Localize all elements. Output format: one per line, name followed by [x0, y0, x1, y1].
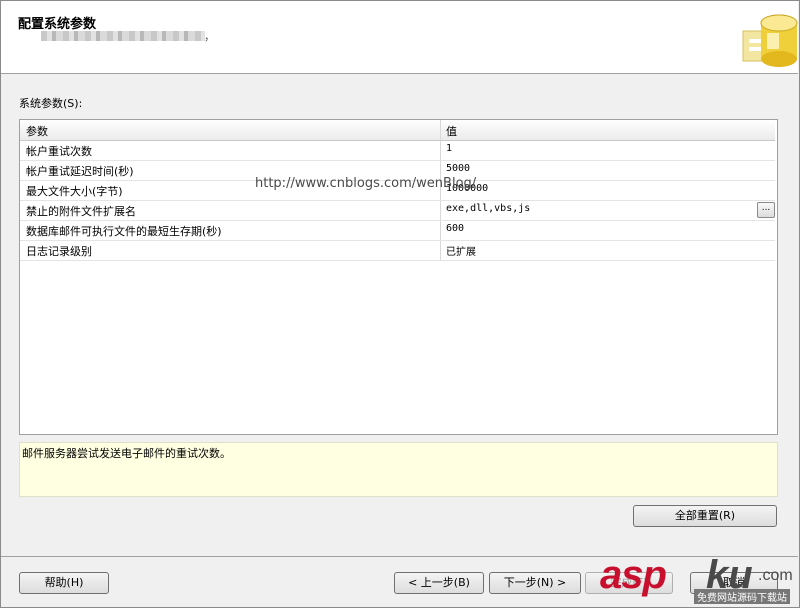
table-row[interactable]: 帐户重试次数 1 — [20, 140, 775, 161]
parameter-name: 禁止的附件文件扩展名 — [26, 205, 136, 218]
table-row[interactable]: 日志记录级别 已扩展 — [20, 240, 775, 261]
parameter-description-panel: 邮件服务器尝试发送电子邮件的重试次数。 — [19, 442, 778, 497]
database-mail-icon — [742, 14, 798, 67]
reset-all-button[interactable]: 全部重置(R) — [633, 505, 777, 527]
parameters-grid[interactable]: 参数 值 帐户重试次数 1 帐户重试延迟时间(秒) 5000 最大文件大小(字节… — [19, 119, 778, 435]
subtitle-trail: ， — [204, 30, 215, 43]
parameter-value[interactable]: 1 — [446, 143, 452, 154]
back-button[interactable]: < 上一步(B) — [394, 572, 484, 594]
help-button[interactable]: 帮助(H) — [19, 572, 109, 594]
logo-asp-text: asp — [600, 553, 667, 597]
system-parameters-label: 系统参数(S): — [19, 97, 83, 110]
column-header-value[interactable]: 值 — [446, 123, 457, 139]
grid-header-row: 参数 值 — [20, 120, 775, 141]
parameter-value[interactable]: 600 — [446, 223, 464, 234]
parameter-name: 最大文件大小(字节) — [26, 185, 123, 198]
table-row[interactable]: 数据库邮件可执行文件的最短生存期(秒) 600 — [20, 220, 775, 241]
logo-tagline: 免费网站源码下载站 — [694, 589, 790, 604]
parameter-value[interactable]: exe,dll,vbs,js — [446, 203, 530, 214]
parameter-name: 帐户重试次数 — [26, 145, 92, 158]
parameter-name: 数据库邮件可执行文件的最短生存期(秒) — [26, 225, 222, 238]
parameter-value[interactable]: 已扩展 — [446, 243, 476, 258]
site-logo-watermark: asp ku .com 免费网站源码下载站 — [598, 553, 798, 605]
blurred-subtitle — [41, 31, 205, 41]
parameter-name: 日志记录级别 — [26, 245, 92, 258]
watermark-url: http://www.cnblogs.com/wenBlog/ — [255, 176, 477, 191]
column-header-parameter[interactable]: 参数 — [26, 123, 48, 139]
parameter-name: 帐户重试延迟时间(秒) — [26, 165, 134, 178]
page-title: 配置系统参数 — [18, 17, 97, 32]
next-button[interactable]: 下一步(N) > — [489, 572, 581, 594]
parameter-value[interactable]: 5000 — [446, 163, 470, 174]
wizard-header: 配置系统参数 ， — [1, 1, 798, 74]
browse-ellipsis-button[interactable]: ... — [757, 202, 775, 218]
table-row[interactable]: 禁止的附件文件扩展名 exe,dll,vbs,js ... — [20, 200, 775, 221]
parameter-description: 邮件服务器尝试发送电子邮件的重试次数。 — [22, 447, 231, 460]
logo-com-text: .com — [758, 567, 793, 584]
